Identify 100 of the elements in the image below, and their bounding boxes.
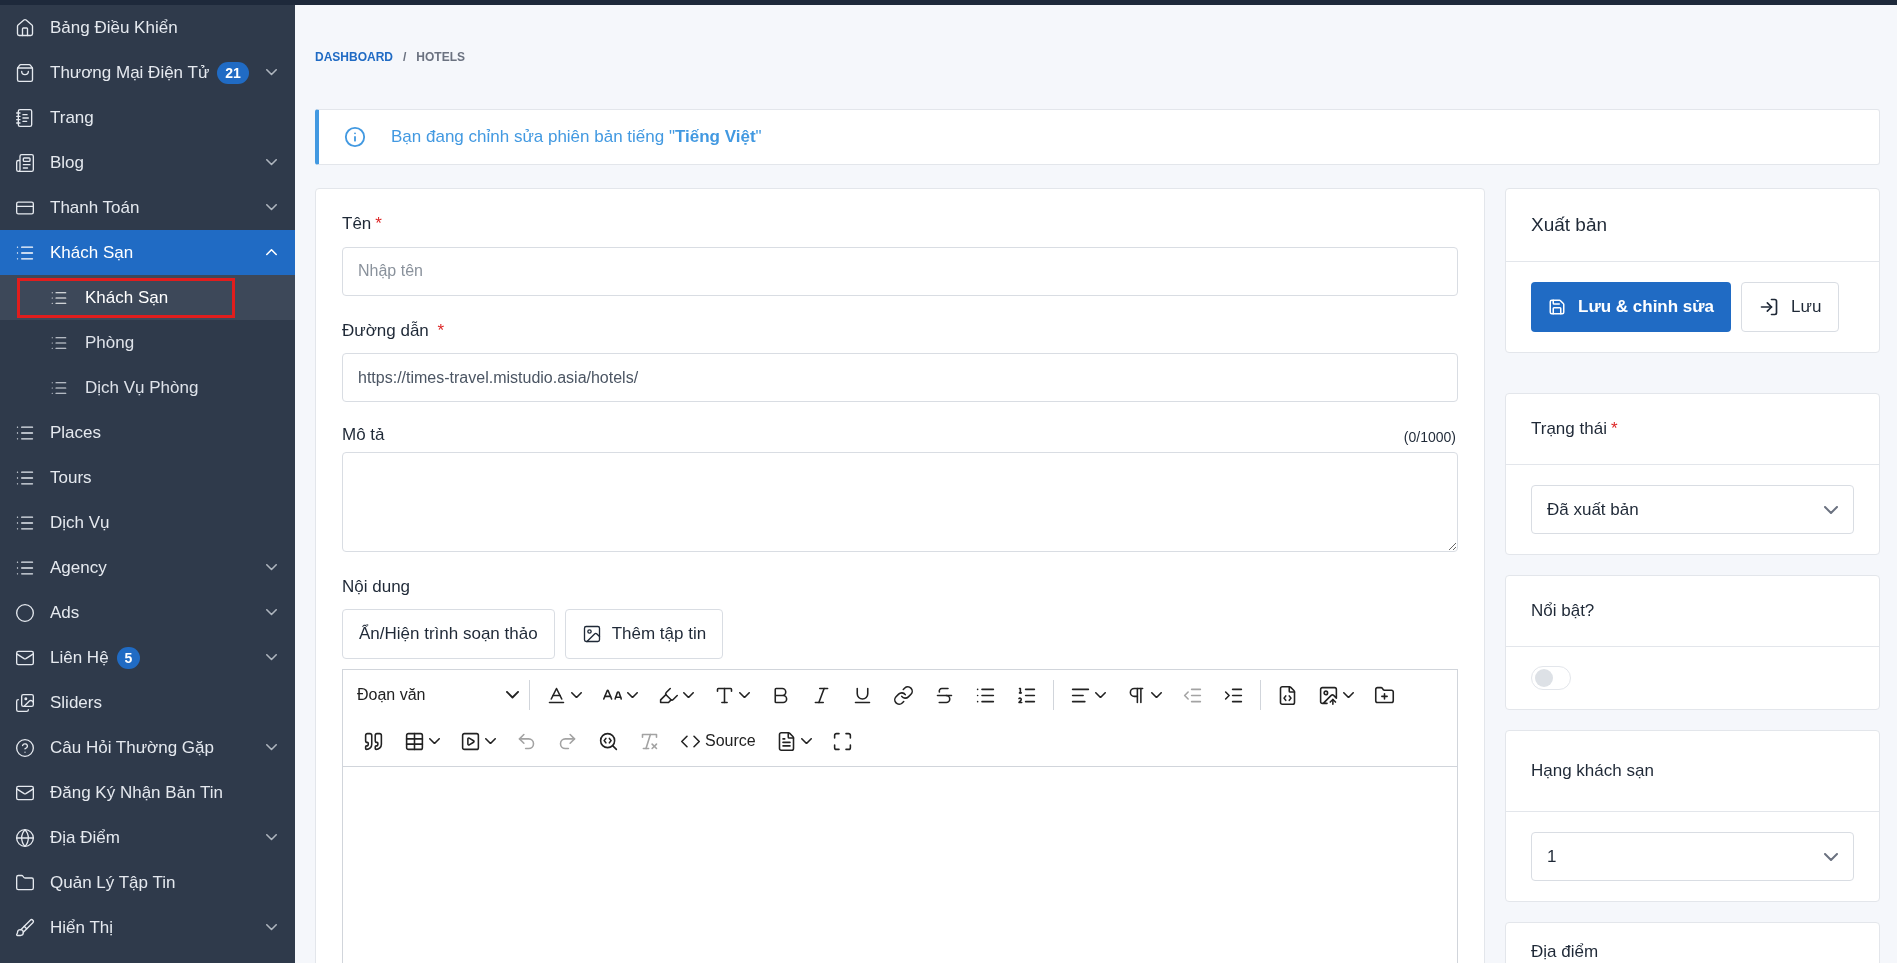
sidebar-item[interactable]: Agency	[0, 545, 295, 590]
rank-select[interactable]: 1	[1531, 832, 1854, 881]
sidebar-label: Câu Hỏi Thường Gặp	[50, 736, 214, 759]
caret-icon	[739, 691, 750, 699]
sidebar-label: Thương Mại Điện Tử	[50, 61, 210, 84]
sidebar-item[interactable]: Bảng Điều Khiển	[0, 5, 295, 50]
circle-icon	[15, 602, 35, 623]
fullscreen-icon	[831, 730, 853, 752]
sidebar-label: Agency	[50, 556, 107, 579]
caret-icon	[800, 737, 812, 745]
caret-icon	[571, 691, 582, 699]
breadcrumb-separator: /	[403, 49, 407, 66]
featured-toggle[interactable]	[1531, 666, 1571, 690]
chevron-down-icon	[1824, 852, 1838, 861]
sidebar-item[interactable]: Sliders	[0, 680, 295, 725]
card-title: Trạng thái	[1531, 418, 1607, 441]
sidebar-label: Ads	[50, 601, 80, 624]
sidebar-label: Dịch Vụ	[50, 511, 110, 534]
char-counter: (0/1000)	[1403, 427, 1456, 447]
sidebar-item[interactable]: Khách Sạn	[0, 230, 295, 275]
sign-in-icon	[1759, 297, 1780, 317]
card-title: Xuất bản	[1531, 212, 1608, 237]
slug-input[interactable]: https://times-travel.mistudio.asia/hotels/	[342, 353, 1458, 402]
sidebar-item[interactable]: Ads	[0, 590, 295, 635]
sidebar-label: Places	[50, 421, 102, 444]
required-mark: *	[375, 214, 382, 233]
field-label: Nội dung	[342, 575, 411, 598]
add-file-button[interactable]: Thêm tập tin	[564, 609, 724, 659]
folder-add-icon	[1374, 684, 1395, 706]
sidebar-label: Khách Sạn	[85, 286, 169, 309]
sidebar-label: Trang	[50, 106, 94, 129]
count-badge: 21	[217, 61, 249, 84]
chevron-down-icon	[266, 654, 277, 661]
quote-icon	[363, 730, 384, 752]
sidebar-item[interactable]: Quản Lý Tập Tin	[0, 860, 295, 905]
sidebar-label: Phòng	[85, 331, 135, 354]
sidebar-item[interactable]: Liên Hệ 5	[0, 635, 295, 680]
sidebar-item[interactable]: Thanh Toán	[0, 185, 295, 230]
sidebar-subitem[interactable]: Phòng	[0, 320, 295, 365]
sidebar-label: Hiển Thị	[50, 916, 113, 939]
sidebar-item[interactable]: Tours	[0, 455, 295, 500]
shopping-bag-icon	[15, 62, 35, 83]
count-badge: 5	[116, 646, 141, 669]
sidebar-label: Liên Hệ	[50, 646, 109, 669]
status-select[interactable]: Đã xuất bản	[1531, 485, 1854, 534]
sidebar-subitem[interactable]: Khách Sạn	[0, 275, 295, 320]
save-icon	[1548, 298, 1566, 316]
sidebar-item[interactable]: Blog	[0, 140, 295, 185]
sidebar-label: Bảng Điều Khiển	[50, 16, 178, 39]
field-label: Tên	[342, 214, 372, 233]
chevron-down-icon	[266, 159, 277, 166]
toggle-editor-button[interactable]: Ẩn/Hiện trình soạn thảo	[342, 609, 555, 659]
sidebar-item[interactable]: Hiển Thị	[0, 905, 295, 950]
link-icon	[893, 684, 914, 706]
caret-icon	[429, 737, 440, 745]
folder-icon	[15, 872, 35, 893]
globe-icon	[15, 827, 35, 848]
caret-icon	[485, 737, 496, 745]
chevron-down-icon	[266, 609, 277, 616]
sidebar-item[interactable]: Dịch Vụ	[0, 500, 295, 545]
sidebar-subitem[interactable]: Dịch Vụ Phòng	[0, 365, 295, 410]
save-button[interactable]: Lưu	[1741, 282, 1840, 332]
format-select[interactable]: Đoạn văn	[353, 676, 523, 714]
caret-icon	[627, 691, 638, 699]
sidebar-item[interactable]: Places	[0, 410, 295, 455]
notebook-icon	[15, 107, 35, 128]
sidebar-label: Tours	[50, 466, 92, 489]
caret-icon	[1151, 691, 1162, 699]
caret-icon	[683, 691, 694, 699]
image-icon	[15, 692, 35, 713]
sidebar-item[interactable]: Địa Điểm	[0, 815, 295, 860]
toolbar-button[interactable]: Source	[670, 722, 766, 760]
name-input[interactable]: Nhập tên	[342, 246, 1458, 296]
sidebar-label: Đăng Ký Nhận Bản Tin	[50, 781, 223, 804]
html-file-icon	[1277, 684, 1298, 706]
caret-icon	[1343, 691, 1354, 699]
save-edit-button[interactable]: Lưu & chỉnh sửa	[1531, 282, 1732, 332]
sidebar-item[interactable]: Thương Mại Điện Tử 21	[0, 50, 295, 95]
breadcrumb-link[interactable]: DASHBOARD	[315, 48, 393, 66]
sidebar-label: Quản Lý Tập Tin	[50, 871, 176, 894]
home-icon	[15, 17, 35, 38]
document-icon	[15, 152, 35, 173]
breadcrumb-current: HOTELS	[416, 49, 465, 66]
chevron-down-icon	[266, 744, 277, 751]
sidebar-label: Dịch Vụ Phòng	[85, 376, 199, 399]
table-icon	[404, 730, 425, 752]
chevron-down-icon	[266, 69, 277, 76]
card-title: Nổi bật?	[1531, 600, 1595, 623]
sidebar-label: Blog	[50, 151, 85, 174]
chevron-up-icon	[266, 249, 277, 256]
chevron-down-icon	[266, 204, 277, 211]
required-mark: *	[1610, 418, 1618, 441]
sidebar-label: Thanh Toán	[50, 196, 140, 219]
sidebar-item[interactable]: Trang	[0, 95, 295, 140]
sidebar-item[interactable]: Câu Hỏi Thường Gặp	[0, 725, 295, 770]
sidebar-item[interactable]: Đăng Ký Nhận Bản Tin	[0, 770, 295, 815]
caret-icon	[1095, 691, 1106, 699]
brush-icon	[15, 917, 35, 938]
chevron-down-icon	[266, 834, 277, 841]
info-icon	[344, 126, 366, 148]
